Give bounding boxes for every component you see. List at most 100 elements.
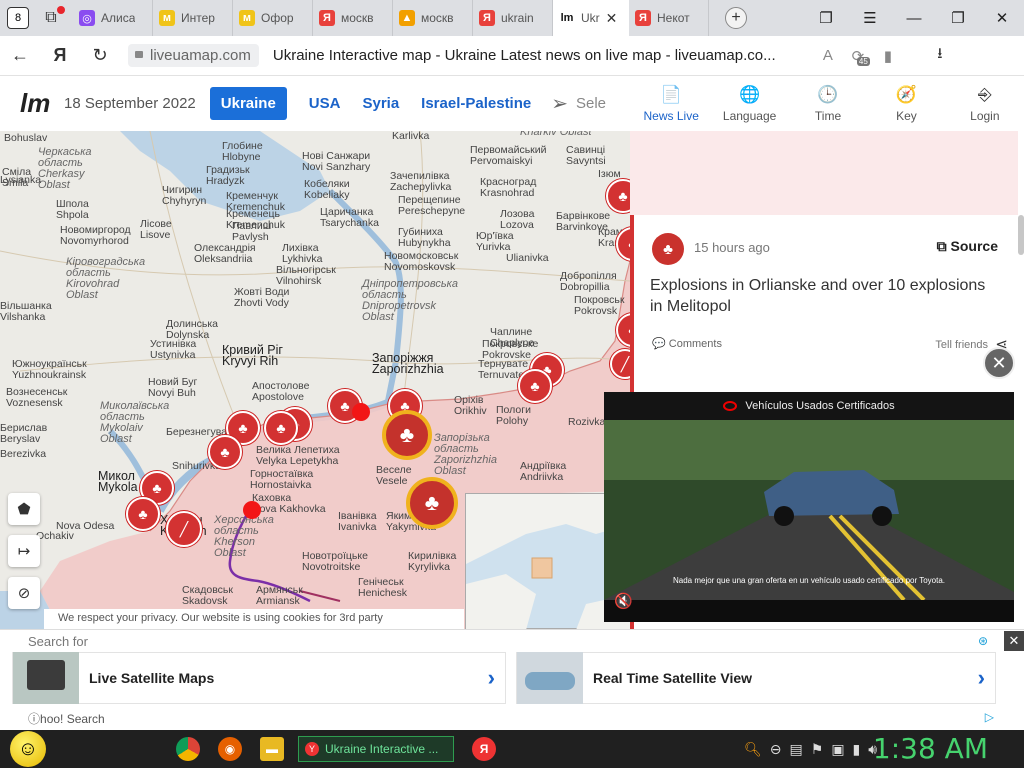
browser-tab[interactable]: ◎ Алиса (73, 0, 153, 36)
search-icon[interactable]: 🔍︎ (744, 741, 762, 758)
map-place-label: Устинівка Ustynivka (150, 338, 197, 361)
explosion-marker[interactable]: ♣ (208, 435, 242, 469)
url-host[interactable]: liveuamap.com (128, 44, 259, 67)
minimize-button[interactable]: — (892, 0, 936, 36)
gun-marker[interactable]: ╱ (166, 511, 202, 547)
nav-time[interactable]: 🕒 Time (789, 76, 867, 131)
nav-israel-palestine[interactable]: Israel-Palestine (421, 95, 531, 112)
browser-tab[interactable]: Я Некот (629, 0, 709, 36)
map-place-label: Кирилівка Kyrylivka (408, 550, 457, 573)
expand-button[interactable]: ↦ (8, 535, 40, 567)
site-header: lm 18 September 2022 Ukraine USA Syria I… (0, 76, 632, 131)
flag-icon[interactable]: ⚑ (811, 741, 824, 758)
map-place-label: Перещепине Pereschepyne (398, 194, 466, 217)
liveuamap-logo[interactable]: lm (20, 88, 50, 119)
restore-button[interactable]: ❐ (936, 0, 980, 36)
map-place-label: Армянськ Armiansk (256, 584, 303, 607)
nav-language[interactable]: 🌐 Language (710, 76, 788, 131)
map-place-label: Миколаївська область Mykolaiv Oblast (100, 400, 170, 445)
ad-card[interactable]: Live Satellite Maps › (12, 652, 506, 704)
explosion-marker[interactable]: ♣ (126, 497, 160, 531)
folder-icon[interactable]: ▬ (260, 737, 284, 761)
map-place-label: Kharkiv Oblast (520, 131, 592, 138)
battery-icon[interactable]: ▮ (853, 741, 861, 758)
firefox-icon[interactable]: ◉ (218, 737, 242, 761)
translate-icon[interactable]: A (813, 47, 843, 64)
extension-icon[interactable]: ⟳ 45 (843, 47, 873, 66)
red-dot-marker[interactable] (243, 501, 261, 519)
map-canvas[interactable]: Bohuslav Черкаська область Cherkasy Oblas… (0, 131, 630, 629)
nav-key[interactable]: 🧭 Key (867, 76, 945, 131)
clock-icon: 🕒 (817, 84, 839, 104)
close-video-button[interactable]: ✕ (983, 347, 1015, 379)
large-explosion-marker[interactable]: ♣ (382, 410, 432, 460)
hide-layer-button[interactable]: ⊘ (8, 577, 40, 609)
start-button[interactable]: ☺ (10, 731, 46, 767)
news-text[interactable]: Explosions in Orlianske and over 10 expl… (650, 275, 990, 317)
tab-label: москв (421, 11, 454, 25)
source-link[interactable]: ⧉ Source (937, 238, 998, 255)
tab-count-button[interactable]: 8 (7, 7, 29, 29)
map-place-label: Глобине Hlobyne (222, 140, 263, 163)
news-time: 15 hours ago (694, 240, 770, 255)
explosion-marker[interactable]: ♣ (264, 411, 298, 445)
chrome-icon[interactable] (176, 737, 200, 761)
browser-tab[interactable]: м Интер (153, 0, 233, 36)
close-ad-button[interactable]: ✕ (1004, 631, 1024, 651)
nav-ukraine[interactable]: Ukraine (209, 87, 287, 120)
tab-label: Ukr (581, 11, 600, 25)
map-place-label: Каховка Nova Kakhovka (252, 492, 326, 515)
browser-tab[interactable]: lm Ukr ✕ (553, 0, 629, 36)
map-place-label: Зачепилівка Zachepylivka (390, 170, 452, 193)
red-dot-marker[interactable] (352, 403, 370, 421)
scrollbar[interactable] (1018, 215, 1024, 255)
video-ad[interactable]: Vehículos Usados Certificados Nada mejor… (604, 392, 1014, 622)
nav-syria[interactable]: Syria (362, 95, 399, 112)
news-card[interactable]: ♣ 15 hours ago ⧉ Source Explosions in Or… (634, 215, 1018, 375)
map-place-label: Добропілля Dobropillia (560, 270, 617, 293)
network-icon[interactable]: ▣ (831, 741, 844, 758)
new-tab-button[interactable]: + (725, 7, 747, 29)
browser-tab[interactable]: ▲ москв (393, 0, 473, 36)
polygon-tool-button[interactable]: ⬟ (8, 493, 40, 525)
mute-icon[interactable]: 🔇 (614, 592, 633, 610)
tabs-icon[interactable]: ⧉ (39, 6, 65, 28)
bookmarks-icon[interactable]: ❐ (804, 0, 848, 36)
map-place-label: Вільшанка Vilshanka (0, 300, 52, 323)
close-tab-icon[interactable]: ✕ (606, 10, 618, 27)
yandex-icon[interactable]: Я (472, 737, 496, 761)
browser-tab[interactable]: Ямоскв (313, 0, 393, 36)
system-tray: 🔍︎ ⊖ ▤ ⚑ ▣ ▮ 🔊︎ (744, 730, 885, 768)
nav-login[interactable]: ⎆ Login (946, 76, 1024, 131)
page-title[interactable]: Ukraine Interactive map - Ukraine Latest… (273, 47, 813, 64)
document-icon[interactable]: ▤ (790, 741, 803, 758)
yandex-icon[interactable]: Я (40, 45, 80, 66)
ad-info-icon[interactable]: ⊛ (978, 634, 988, 648)
bookmark-icon[interactable]: ▮ (873, 47, 903, 65)
nav-news-live[interactable]: 📄 News Live (632, 76, 710, 131)
browser-tab[interactable]: м Офор (233, 0, 313, 36)
car-image (517, 652, 583, 704)
large-explosion-marker[interactable]: ♣ (406, 477, 458, 529)
gps-device-image (13, 652, 79, 704)
adchoices-icon[interactable]: ▷ (985, 710, 994, 724)
download-icon[interactable]: ⭳ (925, 43, 955, 68)
close-window-button[interactable]: ✕ (980, 0, 1024, 36)
menu-icon[interactable]: ☰ (848, 0, 892, 36)
previous-news-card[interactable] (630, 131, 1018, 215)
ad-card[interactable]: Real Time Satellite View › (516, 652, 996, 704)
ad-bar: Search for ⊛ ✕ Live Satellite Maps › Rea… (0, 629, 1024, 730)
comments-link[interactable]: 💬 Comments (652, 337, 722, 350)
status-icon[interactable]: ⊖ (770, 741, 782, 758)
tab-favicon-icon: м (239, 10, 255, 26)
nav-usa[interactable]: USA (309, 95, 341, 112)
map-place-label: Karlivka (392, 131, 430, 142)
taskbar-window-browser[interactable]: Y Ukraine Interactive ... (298, 736, 454, 762)
reload-button[interactable]: ↻ (80, 45, 120, 66)
map-place-label: Кобеляки Kobeliaky (304, 178, 350, 201)
back-button[interactable]: ← (0, 45, 40, 66)
select-region[interactable]: ➢ Sele (551, 91, 606, 116)
browser-tab[interactable]: Яukrain (473, 0, 553, 36)
tab-label: Алиса (101, 11, 136, 25)
explosion-marker[interactable]: ♣ (518, 369, 552, 403)
